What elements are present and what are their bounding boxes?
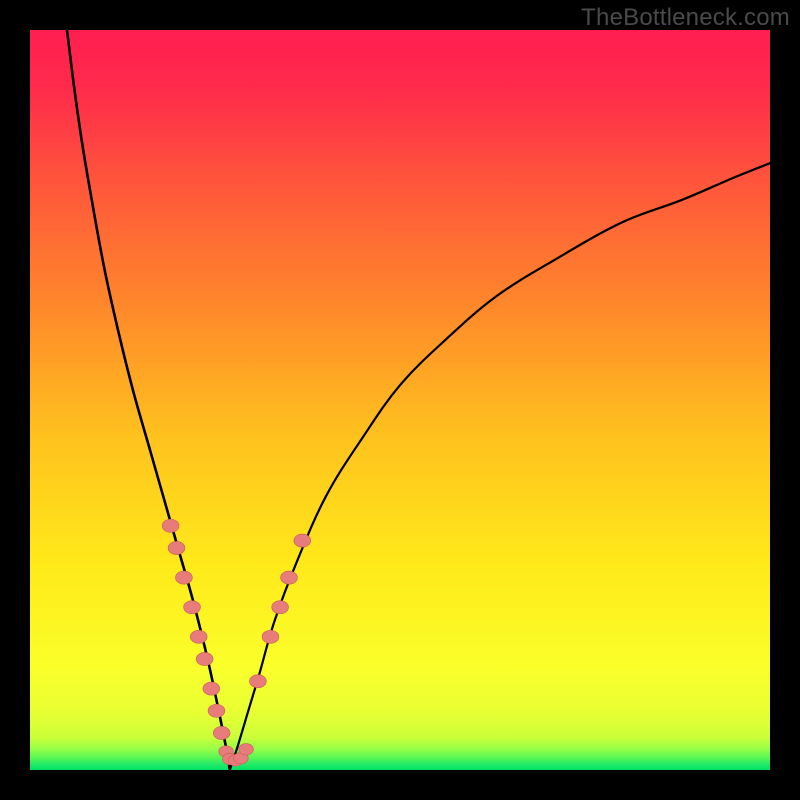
- bottom-cluster-marker: [239, 744, 254, 755]
- left-branch-marker: [190, 630, 207, 643]
- right-branch-marker: [272, 601, 289, 614]
- right-branch-marker: [250, 675, 267, 688]
- right-branch-marker: [281, 571, 298, 584]
- left-branch-marker: [196, 652, 213, 665]
- left-branch-marker: [213, 726, 230, 739]
- chart-frame: TheBottleneck.com: [0, 0, 800, 800]
- right-branch-marker: [262, 630, 279, 643]
- watermark-text: TheBottleneck.com: [581, 4, 790, 32]
- left-branch-marker: [168, 541, 185, 554]
- right-branch-marker: [294, 534, 311, 547]
- chart-svg: [30, 30, 770, 770]
- left-branch-marker: [184, 601, 201, 614]
- left-branch-marker: [208, 704, 225, 717]
- plot-area: [30, 30, 770, 770]
- left-branch-marker: [176, 571, 193, 584]
- left-branch-marker: [162, 519, 179, 532]
- left-branch-marker: [203, 682, 220, 695]
- gradient-background: [30, 30, 770, 770]
